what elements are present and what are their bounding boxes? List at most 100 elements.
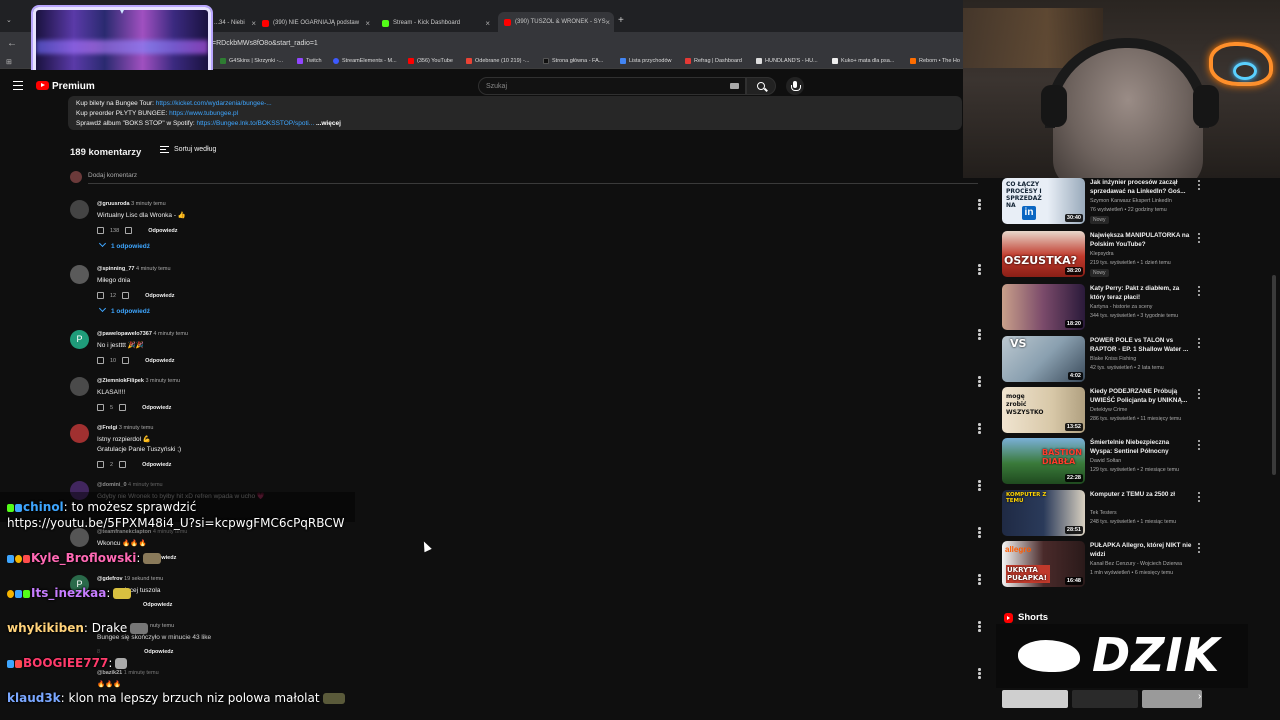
recommended-video[interactable]: 18:20 Katy Perry: Pakt z diabłem, za któ… bbox=[1002, 284, 1202, 332]
add-comment-input[interactable]: Dodaj komentarz bbox=[88, 172, 137, 179]
like-icon[interactable] bbox=[97, 227, 104, 234]
sort-button[interactable]: Sortuj według bbox=[160, 146, 216, 153]
more-options-icon[interactable] bbox=[978, 480, 981, 491]
avatar[interactable]: P bbox=[70, 330, 89, 349]
show-more-button[interactable]: ...więcej bbox=[316, 120, 341, 127]
recommended-video[interactable]: BASTION DIABŁA 22:28 Śmiertelnie Niebezp… bbox=[1002, 438, 1202, 486]
more-options-icon[interactable] bbox=[978, 574, 981, 585]
channel-name[interactable]: Detektyw Crime bbox=[1090, 407, 1127, 413]
bookmark-item[interactable]: Strona główna - FA... bbox=[543, 58, 603, 64]
more-options-icon[interactable] bbox=[1198, 440, 1201, 450]
close-tab-icon[interactable]: × bbox=[485, 19, 490, 28]
more-options-icon[interactable] bbox=[1198, 389, 1201, 399]
chat-username[interactable]: BOOGIEE777 bbox=[23, 656, 108, 670]
chat-username[interactable]: Kyle_Broflowski bbox=[31, 551, 136, 565]
comment-time[interactable]: 4 minuty temu bbox=[153, 331, 188, 337]
comment-time[interactable]: 4 minuty temu bbox=[136, 266, 171, 272]
like-icon[interactable] bbox=[97, 404, 104, 411]
video-thumbnail[interactable]: mogę zrobić WSZYSTKO 13:52 bbox=[1002, 387, 1085, 433]
browser-tab[interactable]: Stream - Kick Dashboard × bbox=[382, 14, 490, 32]
video-title[interactable]: Największa MANIPULATORKA na Polskim YouT… bbox=[1090, 231, 1192, 249]
comment-time[interactable]: 3 minuty temu bbox=[131, 201, 166, 207]
chat-username[interactable]: Its_inezkaa bbox=[31, 586, 106, 600]
recommended-video[interactable]: CO ŁĄCZY PROCESY I SPRZEDAŻ NA in 30:40 … bbox=[1002, 178, 1202, 226]
video-description[interactable]: Kup bilety na Bungee Tour: https://kicke… bbox=[68, 96, 962, 130]
tab-list-icon[interactable]: ⌄ bbox=[6, 16, 12, 24]
keyboard-icon[interactable] bbox=[730, 83, 739, 89]
more-options-icon[interactable] bbox=[978, 423, 981, 434]
search-button[interactable] bbox=[746, 77, 776, 95]
more-options-icon[interactable] bbox=[978, 329, 981, 340]
close-tab-icon[interactable]: × bbox=[605, 18, 610, 27]
more-options-icon[interactable] bbox=[978, 621, 981, 632]
chevron-right-icon[interactable]: › bbox=[1198, 691, 1201, 702]
more-options-icon[interactable] bbox=[978, 199, 981, 210]
close-tab-icon[interactable]: × bbox=[251, 19, 256, 28]
video-title[interactable]: Komputer z TEMU za 2500 zł bbox=[1090, 490, 1192, 499]
close-tab-icon[interactable]: × bbox=[365, 19, 370, 28]
chat-username[interactable]: chinol bbox=[23, 500, 64, 514]
video-title[interactable]: POWER POLE vs TALON vs RAPTOR - EP. 1 Sh… bbox=[1090, 336, 1192, 354]
premium-logo-text[interactable]: Premium bbox=[52, 81, 95, 92]
bookmark-item[interactable]: StreamElements - M... bbox=[333, 58, 397, 64]
show-replies-button[interactable]: 1 odpowiedź bbox=[98, 239, 150, 250]
comment-author[interactable]: @Frelgi bbox=[97, 425, 117, 431]
bookmark-item[interactable]: Kuko+ mata dla psa... bbox=[832, 58, 894, 64]
short-thumbnail[interactable] bbox=[1072, 690, 1138, 708]
more-options-icon[interactable] bbox=[1198, 286, 1201, 296]
bookmark-item[interactable]: G4Skins | Skrzynki -... bbox=[220, 58, 283, 64]
comment-author[interactable]: @ZiemniokFilipek bbox=[97, 378, 144, 384]
video-thumbnail[interactable]: VS 4:02 bbox=[1002, 336, 1085, 382]
new-tab-button[interactable]: + bbox=[618, 15, 624, 26]
channel-name[interactable]: Szymon Karwasz Ekspert LinkedIn bbox=[1090, 198, 1172, 204]
show-replies-button[interactable]: 1 odpowiedź bbox=[98, 304, 150, 315]
voice-search-button[interactable] bbox=[786, 77, 804, 95]
shorts-banner[interactable]: DZIK bbox=[996, 624, 1248, 688]
avatar[interactable] bbox=[70, 200, 89, 219]
more-options-icon[interactable] bbox=[1198, 492, 1201, 502]
video-thumbnail[interactable]: CO ŁĄCZY PROCESY I SPRZEDAŻ NA in 30:40 bbox=[1002, 178, 1085, 224]
short-thumbnail[interactable] bbox=[1002, 690, 1068, 708]
channel-name[interactable]: Tek Testers bbox=[1090, 510, 1117, 516]
comment-author[interactable]: @pawelopawelo7367 bbox=[97, 331, 152, 337]
scrollbar[interactable] bbox=[1272, 275, 1276, 475]
more-options-icon[interactable] bbox=[1198, 338, 1201, 348]
video-title[interactable]: PUŁAPKA Allegro, której NIKT nie widzi bbox=[1090, 541, 1192, 559]
recommended-video[interactable]: VS 4:02 POWER POLE vs TALON vs RAPTOR - … bbox=[1002, 336, 1202, 384]
bookmark-item[interactable]: Lista przychodów bbox=[620, 58, 672, 64]
more-options-icon[interactable] bbox=[978, 264, 981, 275]
preorder-link[interactable]: https://www.tubungee.pl bbox=[169, 110, 238, 117]
back-icon[interactable]: ← bbox=[7, 38, 17, 49]
recommended-video[interactable]: KOMPUTER Z TEMU 28:51 Komputer z TEMU za… bbox=[1002, 490, 1202, 538]
video-thumbnail[interactable]: OSZUSTKA? 38:20 bbox=[1002, 231, 1085, 277]
dislike-icon[interactable] bbox=[122, 292, 130, 299]
video-thumbnail[interactable]: KOMPUTER Z TEMU 28:51 bbox=[1002, 490, 1085, 536]
like-icon[interactable] bbox=[97, 461, 104, 468]
dislike-icon[interactable] bbox=[122, 357, 130, 364]
chat-username[interactable]: klaud3k bbox=[7, 691, 61, 705]
bookmark-item[interactable]: HUNDLAND'S - HU... bbox=[756, 58, 818, 64]
avatar[interactable] bbox=[70, 265, 89, 284]
reply-button[interactable]: Odpowiedz bbox=[145, 358, 174, 364]
browser-tab-active[interactable]: (390) TUSZOL & WRONEK - SYS × bbox=[498, 12, 614, 32]
channel-name[interactable]: Kanał Bez Cenzury - Wojciech Dzierwa bbox=[1090, 561, 1182, 567]
more-options-icon[interactable] bbox=[1198, 180, 1201, 190]
dislike-icon[interactable] bbox=[119, 461, 127, 468]
more-options-icon[interactable] bbox=[978, 668, 981, 679]
dislike-icon[interactable] bbox=[125, 227, 133, 234]
avatar[interactable] bbox=[70, 377, 89, 396]
channel-name[interactable]: Kartyna - historie za sceny bbox=[1090, 304, 1152, 310]
browser-tab[interactable]: (390) NIE OGARNIAJĄ podstaw × bbox=[262, 14, 370, 32]
recommended-video[interactable]: allegro UKRYTA PUŁAPKA! 16:48 PUŁAPKA Al… bbox=[1002, 541, 1202, 589]
browser-tab[interactable]: ...34 - Niebi × bbox=[214, 14, 256, 32]
more-options-icon[interactable] bbox=[978, 527, 981, 538]
recommended-video[interactable]: mogę zrobić WSZYSTKO 13:52 Kiedy PODEJRZ… bbox=[1002, 387, 1202, 435]
comment-author[interactable]: @spinning_77 bbox=[97, 266, 134, 272]
bookmark-item[interactable]: Reborn • The Ho bbox=[910, 58, 960, 64]
bookmark-item[interactable]: Twitch bbox=[297, 58, 322, 64]
video-title[interactable]: Kiedy PODEJRZANE Próbują UWIEŚĆ Policjan… bbox=[1090, 387, 1192, 405]
tickets-link[interactable]: https://kicket.com/wydarzenia/bungee-... bbox=[156, 100, 272, 107]
bookmark-item[interactable]: Odebrane (10 219) -... bbox=[466, 58, 529, 64]
chat-username[interactable]: whykikiben bbox=[7, 621, 84, 635]
video-title[interactable]: Śmiertelnie Niebezpieczna Wyspa: Sentine… bbox=[1090, 438, 1192, 456]
